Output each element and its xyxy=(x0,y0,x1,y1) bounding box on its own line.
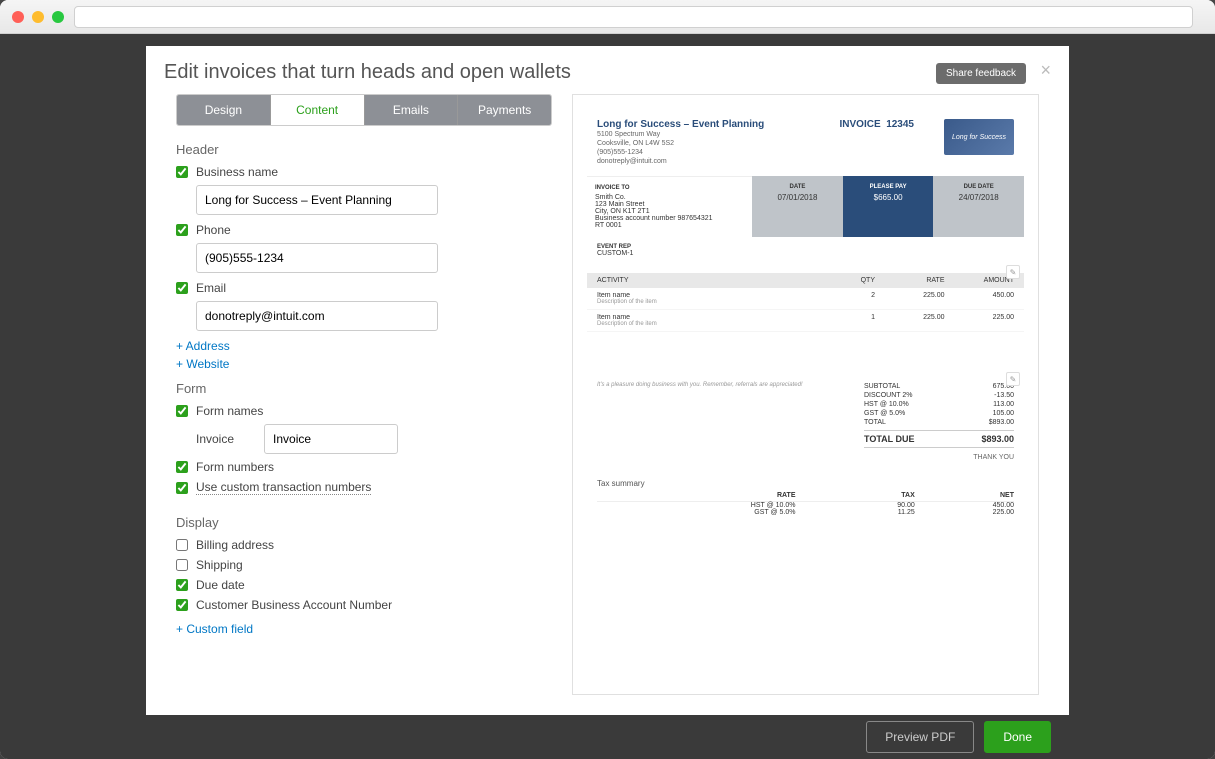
add-website-link[interactable]: + Website xyxy=(176,357,552,371)
company-phone: (905)555-1234 xyxy=(597,148,840,157)
company-logo: Long for Success xyxy=(944,119,1014,155)
business-name-row[interactable]: Business name xyxy=(176,165,552,179)
billing-row[interactable]: Billing address xyxy=(176,538,552,552)
shipping-row[interactable]: Shipping xyxy=(176,558,552,572)
tab-payments[interactable]: Payments xyxy=(458,95,551,125)
email-row[interactable]: Email xyxy=(176,281,552,295)
share-feedback-button[interactable]: Share feedback xyxy=(936,63,1026,84)
add-address-link[interactable]: + Address xyxy=(176,339,552,353)
ban-label: Customer Business Account Number xyxy=(196,598,392,612)
invoice-label: Invoice xyxy=(196,432,234,446)
modal-footer: Preview PDF Done xyxy=(146,715,1069,759)
add-custom-field-link[interactable]: + Custom field xyxy=(176,622,552,636)
business-name-input[interactable] xyxy=(196,185,438,215)
email-label: Email xyxy=(196,281,226,295)
address-bar[interactable] xyxy=(74,6,1193,28)
company-addr2: Cooksville, ON L4W 5S2 xyxy=(597,139,840,148)
duedate-row[interactable]: Due date xyxy=(176,578,552,592)
tax-summary: Tax summary RATETAXNET HST @ 10.0%90.004… xyxy=(587,471,1024,524)
email-input[interactable] xyxy=(196,301,438,331)
tab-content[interactable]: Content xyxy=(271,95,365,125)
totals: It's a pleasure doing business with you.… xyxy=(587,372,1024,471)
edit-section-icon[interactable]: ✎ xyxy=(1006,265,1020,279)
titlebar xyxy=(0,0,1215,34)
info-band: INVOICE TO Smith Co. 123 Main Street Cit… xyxy=(587,176,1024,237)
close-icon[interactable]: × xyxy=(1040,60,1051,80)
ban-row[interactable]: Customer Business Account Number xyxy=(176,598,552,612)
modal-body: Design Content Emails Payments Header Bu… xyxy=(146,94,1069,715)
modal-title: Edit invoices that turn heads and open w… xyxy=(164,61,571,84)
invoice-editor-modal: Edit invoices that turn heads and open w… xyxy=(146,46,1069,759)
form-names-row[interactable]: Form names xyxy=(176,404,552,418)
invoice-preview[interactable]: Long for Success – Event Planning 5100 S… xyxy=(572,94,1039,695)
phone-row[interactable]: Phone xyxy=(176,223,552,237)
company-addr1: 5100 Spectrum Way xyxy=(597,130,840,139)
duedate-label: Due date xyxy=(196,578,245,592)
form-numbers-checkbox[interactable] xyxy=(176,461,188,473)
app-body: Edit invoices that turn heads and open w… xyxy=(0,34,1215,759)
date-col: DATE07/01/2018 xyxy=(752,176,843,237)
due-col: DUE DATE24/07/2018 xyxy=(933,176,1024,237)
duedate-checkbox[interactable] xyxy=(176,579,188,591)
billing-checkbox[interactable] xyxy=(176,539,188,551)
custom-tx-row[interactable]: Use custom transaction numbers xyxy=(176,480,552,495)
invoice-name-row: Invoice xyxy=(196,424,552,454)
content-panel: Design Content Emails Payments Header Bu… xyxy=(176,94,552,695)
line-row: Item nameDescription of the item 2225.00… xyxy=(587,288,1024,310)
section-display: Display xyxy=(176,515,552,530)
form-names-checkbox[interactable] xyxy=(176,405,188,417)
items-header: ACTIVITY QTY RATE AMOUNT xyxy=(587,273,1024,288)
invoice-header: Long for Success – Event Planning 5100 S… xyxy=(587,109,1024,176)
email-checkbox[interactable] xyxy=(176,282,188,294)
phone-label: Phone xyxy=(196,223,231,237)
done-button[interactable]: Done xyxy=(984,721,1051,753)
company-email: donotreply@intuit.com xyxy=(597,157,840,166)
invoice-document: Long for Success – Event Planning 5100 S… xyxy=(587,109,1024,524)
form-names-label: Form names xyxy=(196,404,263,418)
shipping-checkbox[interactable] xyxy=(176,559,188,571)
invoice-number: INVOICE 12345 xyxy=(840,119,915,166)
business-name-checkbox[interactable] xyxy=(176,166,188,178)
line-items: ✎ ACTIVITY QTY RATE AMOUNT Item nameDesc… xyxy=(587,273,1024,372)
bill-to: INVOICE TO Smith Co. 123 Main Street Cit… xyxy=(587,176,752,237)
preview-pdf-button[interactable]: Preview PDF xyxy=(866,721,974,753)
line-row: Item nameDescription of the item 1225.00… xyxy=(587,310,1024,332)
edit-totals-icon[interactable]: ✎ xyxy=(1006,372,1020,386)
shipping-label: Shipping xyxy=(196,558,243,572)
pay-col: PLEASE PAY$665.00 xyxy=(843,176,934,237)
minimize-window-icon[interactable] xyxy=(32,11,44,23)
form-numbers-row[interactable]: Form numbers xyxy=(176,460,552,474)
company-name: Long for Success – Event Planning xyxy=(597,119,840,130)
zoom-window-icon[interactable] xyxy=(52,11,64,23)
tabs: Design Content Emails Payments xyxy=(176,94,552,126)
ban-checkbox[interactable] xyxy=(176,599,188,611)
app-window: Edit invoices that turn heads and open w… xyxy=(0,0,1215,759)
invoice-name-input[interactable] xyxy=(264,424,398,454)
thank-you-note: It's a pleasure doing business with you.… xyxy=(597,382,864,461)
billing-label: Billing address xyxy=(196,538,274,552)
custom-tx-checkbox[interactable] xyxy=(176,482,188,494)
phone-checkbox[interactable] xyxy=(176,224,188,236)
phone-input[interactable] xyxy=(196,243,438,273)
business-name-label: Business name xyxy=(196,165,278,179)
window-controls xyxy=(12,11,64,23)
form-numbers-label: Form numbers xyxy=(196,460,274,474)
event-rep: EVENT REPCUSTOM-1 xyxy=(587,237,1024,263)
tab-emails[interactable]: Emails xyxy=(365,95,459,125)
section-form: Form xyxy=(176,381,552,396)
section-header: Header xyxy=(176,142,552,157)
close-window-icon[interactable] xyxy=(12,11,24,23)
modal-header: Edit invoices that turn heads and open w… xyxy=(146,46,1069,94)
custom-tx-label: Use custom transaction numbers xyxy=(196,480,371,495)
tab-design[interactable]: Design xyxy=(177,95,271,125)
